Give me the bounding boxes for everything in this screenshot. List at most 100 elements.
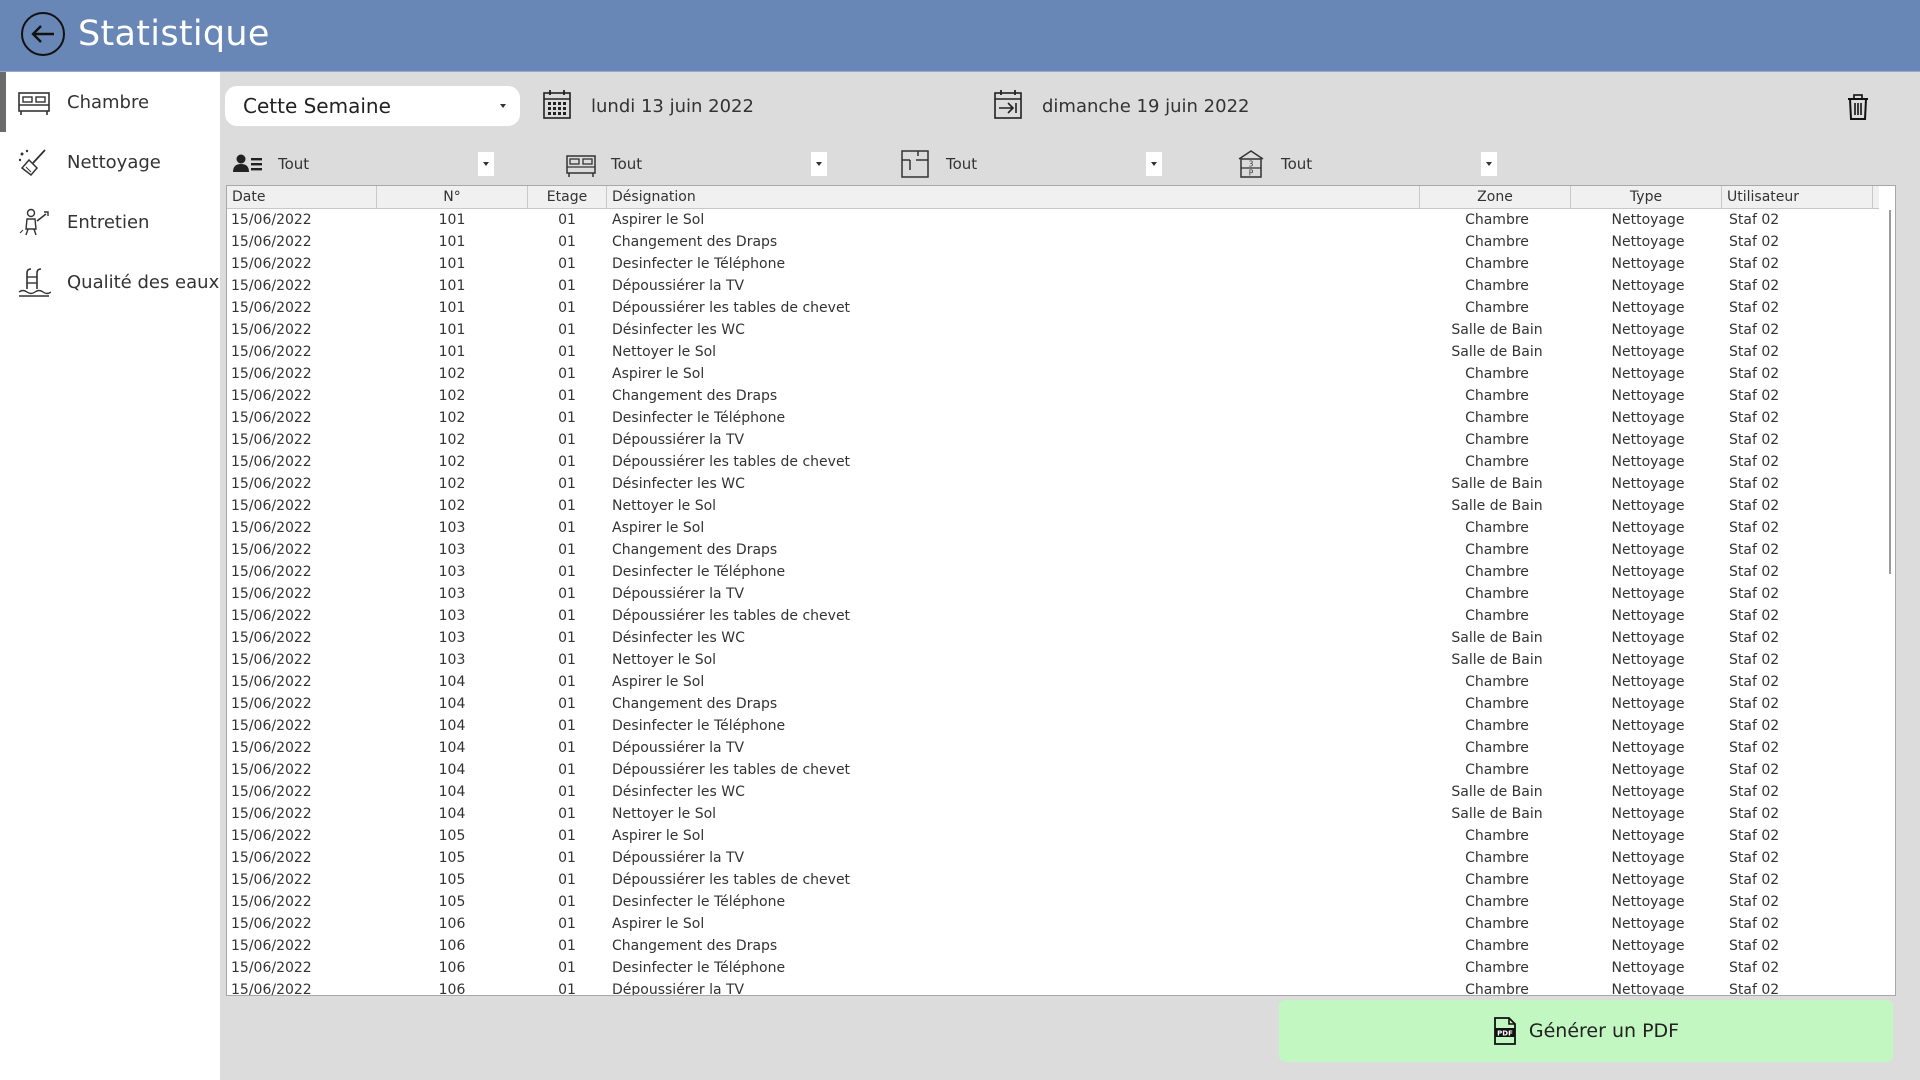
- table-row[interactable]: 15/06/2022 101 01 Dépoussiérer les tables d…: [227, 297, 1879, 319]
- cell-type: Nettoyage: [1611, 784, 1685, 800]
- table-row[interactable]: 15/06/2022 105 01 Desinfecter le Téléphone C…: [227, 891, 1879, 913]
- table-row[interactable]: 15/06/2022 104 01 Nettoyer le Sol Salle de B…: [227, 803, 1879, 825]
- cell-date: 15/06/2022: [231, 894, 312, 910]
- table-row[interactable]: 15/06/2022 106 01 Dépoussiérer la TV Chambre…: [227, 979, 1879, 995]
- sidebar-item-entretien[interactable]: Entretien: [0, 192, 220, 252]
- cell-date: 15/06/2022: [231, 520, 312, 536]
- table-row[interactable]: 15/06/2022 103 01 Dépoussiérer les tables d…: [227, 605, 1879, 627]
- table-row[interactable]: 15/06/2022 101 01 Desinfecter le Téléphone C…: [227, 253, 1879, 275]
- table-row[interactable]: 15/06/2022 103 01 Dépoussiérer la TV Chambre…: [227, 583, 1879, 605]
- table-row[interactable]: 15/06/2022 103 01 Désinfecter les WC Salle d…: [227, 627, 1879, 649]
- cell-designation: Aspirer le Sol: [612, 520, 705, 536]
- table-row[interactable]: 15/06/2022 104 01 Aspirer le Sol Chambre Nett…: [227, 671, 1879, 693]
- table-row[interactable]: 15/06/2022 101 01 Aspirer le Sol Chambre Nett…: [227, 209, 1879, 231]
- back-button[interactable]: [21, 12, 65, 56]
- floor-filter-dropdown[interactable]: [1481, 152, 1497, 176]
- table-row[interactable]: 15/06/2022 104 01 Dépoussiérer la TV Chambre…: [227, 737, 1879, 759]
- cell-designation: Nettoyer le Sol: [612, 498, 717, 514]
- cell-date: 15/06/2022: [231, 212, 312, 228]
- table-row[interactable]: 15/06/2022 101 01 Désinfecter les WC Salle d…: [227, 319, 1879, 341]
- sidebar-item-nettoyage[interactable]: Nettoyage: [0, 132, 220, 192]
- column-header-number[interactable]: N°: [377, 186, 528, 208]
- table-row[interactable]: 15/06/2022 105 01 Dépoussiérer la TV Chambre…: [227, 847, 1879, 869]
- table-row[interactable]: 15/06/2022 103 01 Aspirer le Sol Chambre Nett…: [227, 517, 1879, 539]
- table-row[interactable]: 15/06/2022 104 01 Dépoussiérer les tables d…: [227, 759, 1879, 781]
- table-row[interactable]: 15/06/2022 102 01 Dépoussiérer les tables d…: [227, 451, 1879, 473]
- calendar-icon[interactable]: [542, 88, 572, 120]
- floor-filter[interactable]: 3 P Tout: [1235, 150, 1497, 178]
- column-header-designation[interactable]: Désignation: [607, 186, 1420, 208]
- cell-number: 106: [438, 916, 466, 932]
- table-row[interactable]: 15/06/2022 103 01 Changement des Draps Chamb…: [227, 539, 1879, 561]
- table-row[interactable]: 15/06/2022 105 01 Aspirer le Sol Chambre Nett…: [227, 825, 1879, 847]
- cell-number: 103: [438, 652, 466, 668]
- sidebar-item-qualite-eaux[interactable]: Qualité des eaux: [0, 252, 220, 312]
- table-row[interactable]: 15/06/2022 101 01 Changement des Draps Chamb…: [227, 231, 1879, 253]
- cell-floor: 01: [558, 256, 576, 272]
- table-row[interactable]: 15/06/2022 102 01 Désinfecter les WC Salle d…: [227, 473, 1879, 495]
- arrow-left-icon: [31, 25, 54, 43]
- start-date[interactable]: lundi 13 juin 2022: [591, 96, 754, 117]
- end-date[interactable]: dimanche 19 juin 2022: [1042, 96, 1249, 117]
- table-row[interactable]: 15/06/2022 104 01 Changement des Draps Chamb…: [227, 693, 1879, 715]
- table-row[interactable]: 15/06/2022 104 01 Désinfecter les WC Salle d…: [227, 781, 1879, 803]
- scrollbar-thumb[interactable]: [1889, 210, 1891, 574]
- room-filter-dropdown[interactable]: [811, 152, 827, 176]
- table-row[interactable]: 15/06/2022 106 01 Aspirer le Sol Chambre Nett…: [227, 913, 1879, 935]
- cell-user: Staf 02: [1729, 806, 1780, 822]
- column-header-user[interactable]: Utilisateur: [1722, 186, 1873, 208]
- cell-floor: 01: [558, 476, 576, 492]
- cell-zone: Salle de Bain: [1451, 630, 1543, 646]
- cell-type: Nettoyage: [1611, 872, 1685, 888]
- user-filter[interactable]: Tout: [232, 150, 494, 178]
- table-row[interactable]: 15/06/2022 102 01 Nettoyer le Sol Salle de B…: [227, 495, 1879, 517]
- cell-date: 15/06/2022: [231, 344, 312, 360]
- table-row[interactable]: 15/06/2022 105 01 Dépoussiérer les tables d…: [227, 869, 1879, 891]
- table-row[interactable]: 15/06/2022 106 01 Changement des Draps Chamb…: [227, 935, 1879, 957]
- period-select[interactable]: Cette Semaine: [225, 86, 520, 126]
- cell-user: Staf 02: [1729, 432, 1780, 448]
- chevron-down-icon: [483, 162, 489, 166]
- chevron-down-icon: [500, 104, 506, 108]
- cell-date: 15/06/2022: [231, 300, 312, 316]
- column-header-floor[interactable]: Etage: [528, 186, 607, 208]
- title-bar: Statistique: [0, 0, 1920, 72]
- room-filter[interactable]: Tout: [565, 150, 827, 178]
- column-header-date[interactable]: Date: [227, 186, 377, 208]
- table-row[interactable]: 15/06/2022 101 01 Dépoussiérer la TV Chambre…: [227, 275, 1879, 297]
- table-row[interactable]: 15/06/2022 102 01 Aspirer le Sol Chambre Nett…: [227, 363, 1879, 385]
- table-scrollbar[interactable]: [1887, 210, 1893, 988]
- data-table[interactable]: Date N° Etage Désignation Zone Type Util…: [226, 185, 1896, 996]
- zone-filter-dropdown[interactable]: [1146, 152, 1162, 176]
- table-row[interactable]: 15/06/2022 106 01 Desinfecter le Téléphone C…: [227, 957, 1879, 979]
- table-row[interactable]: 15/06/2022 103 01 Desinfecter le Téléphone C…: [227, 561, 1879, 583]
- sidebar: Chambre Nettoyage Entretien Qualité des …: [0, 72, 220, 1080]
- column-header-type[interactable]: Type: [1571, 186, 1722, 208]
- table-row[interactable]: 15/06/2022 102 01 Desinfecter le Téléphone C…: [227, 407, 1879, 429]
- cell-user: Staf 02: [1729, 278, 1780, 294]
- table-row[interactable]: 15/06/2022 101 01 Nettoyer le Sol Salle de B…: [227, 341, 1879, 363]
- table-row[interactable]: 15/06/2022 102 01 Changement des Draps Chamb…: [227, 385, 1879, 407]
- table-row[interactable]: 15/06/2022 103 01 Nettoyer le Sol Salle de B…: [227, 649, 1879, 671]
- calendar-end-icon[interactable]: [993, 88, 1023, 120]
- user-filter-dropdown[interactable]: [478, 152, 494, 176]
- column-header-zone[interactable]: Zone: [1420, 186, 1571, 208]
- floor-icon-number: 3: [1249, 160, 1254, 169]
- cell-user: Staf 02: [1729, 652, 1780, 668]
- table-row[interactable]: 15/06/2022 102 01 Dépoussiérer la TV Chambre…: [227, 429, 1879, 451]
- cell-type: Nettoyage: [1611, 278, 1685, 294]
- cell-number: 105: [438, 828, 466, 844]
- cell-date: 15/06/2022: [231, 652, 312, 668]
- trash-icon[interactable]: [1846, 94, 1870, 120]
- table-row[interactable]: 15/06/2022 104 01 Desinfecter le Téléphone C…: [227, 715, 1879, 737]
- sidebar-item-chambre[interactable]: Chambre: [0, 72, 220, 132]
- cell-date: 15/06/2022: [231, 586, 312, 602]
- cell-date: 15/06/2022: [231, 718, 312, 734]
- cell-date: 15/06/2022: [231, 322, 312, 338]
- cell-zone: Salle de Bain: [1451, 806, 1543, 822]
- building-floor-icon: 3 P: [1238, 150, 1264, 178]
- zone-filter[interactable]: Tout: [900, 150, 1162, 178]
- generate-pdf-button[interactable]: PDF Générer un PDF: [1279, 1000, 1893, 1062]
- cell-number: 103: [438, 608, 466, 624]
- cell-floor: 01: [558, 652, 576, 668]
